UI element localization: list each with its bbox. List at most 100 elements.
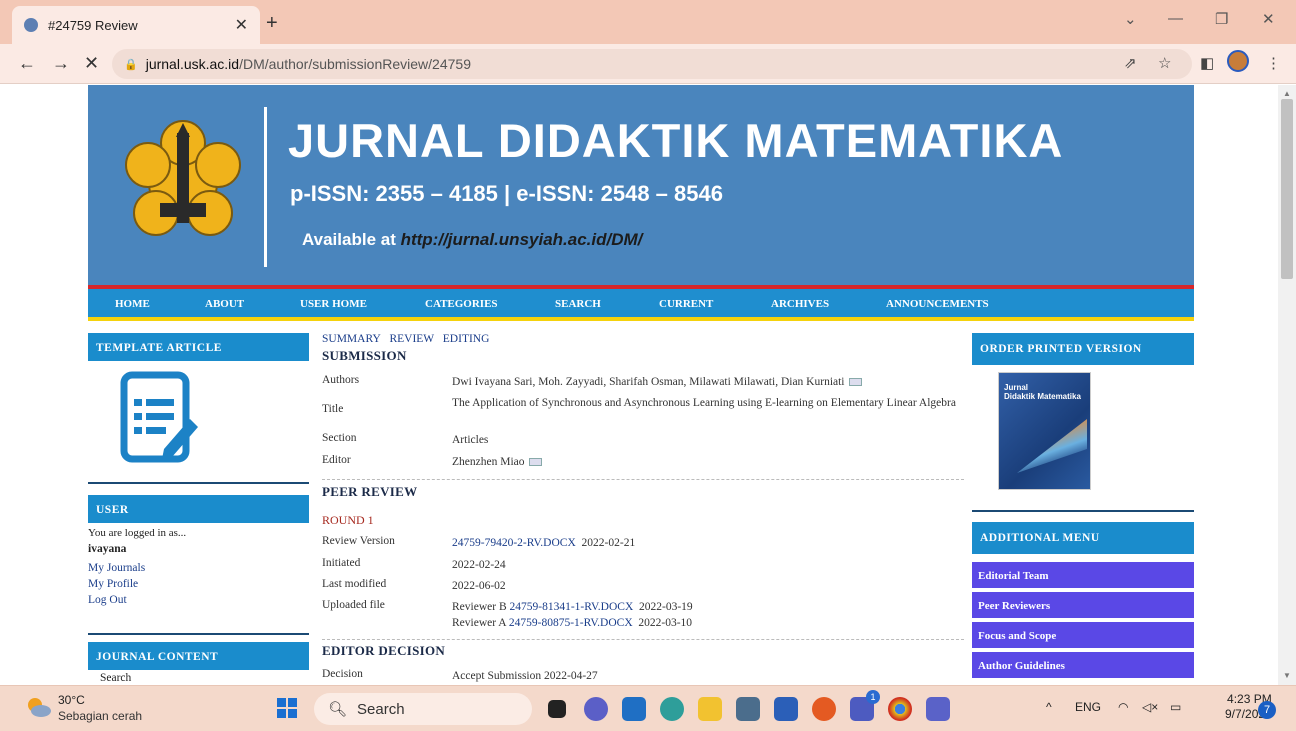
tab-review[interactable]: REVIEW [389, 333, 434, 345]
section-value: Articles [452, 434, 489, 446]
back-icon[interactable]: ← [18, 53, 36, 74]
title-label: Title [322, 403, 344, 415]
username: ivayana [88, 543, 127, 555]
my-journals-link[interactable]: My Journals [88, 562, 145, 574]
nav-about[interactable]: ABOUT [205, 298, 244, 310]
tab-summary[interactable]: SUMMARY [322, 333, 381, 345]
url-path: /DM/author/submissionReview/24759 [239, 56, 471, 72]
review-version-label: Review Version [322, 535, 395, 547]
submission-subnav: SUMMARY REVIEW EDITING [322, 333, 489, 345]
my-profile-link[interactable]: My Profile [88, 578, 138, 590]
page-viewport: JURNAL DIDAKTIK MATEMATIKA p-ISSN: 2355 … [0, 85, 1278, 685]
journal-availability: Available at http://jurnal.unsyiah.ac.id… [302, 230, 642, 250]
battery-icon[interactable]: ▭ [1170, 700, 1181, 714]
reviewer-a-file-link[interactable]: 24759-80875-1-RV.DOCX [509, 617, 633, 629]
menu-author-guidelines[interactable]: Author Guidelines [972, 652, 1194, 680]
uploaded-file-b: Reviewer B 24759-81341-1-RV.DOCX 2022-03… [452, 599, 962, 615]
mail-icon[interactable] [622, 697, 646, 721]
restore-icon[interactable]: ❐ [1215, 10, 1228, 28]
main-nav: HOME ABOUT USER HOME CATEGORIES SEARCH C… [88, 285, 1194, 321]
nav-current[interactable]: CURRENT [659, 298, 713, 310]
email-editor-icon[interactable] [528, 458, 542, 467]
journal-content-heading: JOURNAL CONTENT [88, 642, 309, 670]
journal-cover-image[interactable]: Jurnal Didaktik Matematika [998, 372, 1091, 490]
nav-user-home[interactable]: USER HOME [300, 298, 367, 310]
lock-icon[interactable]: 🔒 [124, 58, 138, 71]
nav-home[interactable]: HOME [115, 298, 150, 310]
taskbar-search[interactable]: 🔍︎ Search [314, 693, 532, 725]
tab-search-chevron-icon[interactable]: ⌄ [1124, 10, 1137, 28]
weather-icon[interactable] [24, 693, 52, 721]
menu-editorial-team[interactable]: Editorial Team [972, 562, 1194, 590]
share-icon[interactable]: ⇗ [1124, 54, 1137, 72]
minimize-icon[interactable]: — [1168, 10, 1183, 27]
weather-temp: 30°C [58, 693, 85, 707]
close-tab-icon[interactable]: ✕ [235, 15, 248, 35]
menu-kebab-icon[interactable]: ⋮ [1266, 54, 1281, 72]
forward-icon[interactable]: → [52, 53, 70, 74]
journal-issn: p-ISSN: 2355 – 4185 | e-ISSN: 2548 – 854… [290, 181, 723, 206]
wifi-icon[interactable]: ◠ [1118, 700, 1128, 714]
url-bar[interactable]: 🔒 jurnal.usk.ac.id/DM/author/submissionR… [112, 49, 1192, 79]
task-view-icon[interactable] [548, 700, 566, 718]
scroll-down-icon[interactable]: ▼ [1283, 671, 1291, 680]
stop-loading-icon[interactable]: ✕ [84, 53, 99, 74]
cover-graphic [1017, 419, 1087, 473]
browser-tab[interactable]: #24759 Review ✕ [12, 6, 260, 44]
section-label: Section [322, 432, 357, 444]
teams-work-icon[interactable] [926, 697, 950, 721]
tab-title: #24759 Review [48, 17, 138, 33]
close-window-icon[interactable]: ✕ [1262, 10, 1275, 28]
reviewer-b-file-link[interactable]: 24759-81341-1-RV.DOCX [509, 601, 633, 613]
windows-start-icon[interactable] [277, 698, 297, 718]
section-divider [322, 479, 964, 480]
initiated-value: 2022-02-24 [452, 559, 506, 571]
uploaded-file-a: Reviewer A 24759-80875-1-RV.DOCX 2022-03… [452, 615, 962, 631]
menu-peer-reviewers[interactable]: Peer Reviewers [972, 592, 1194, 620]
banner-divider [264, 107, 267, 267]
bookmark-star-icon[interactable]: ☆ [1158, 54, 1171, 72]
profile-avatar[interactable] [1227, 50, 1249, 72]
menu-focus-and-scope[interactable]: Focus and Scope [972, 622, 1194, 650]
chat-icon[interactable] [584, 697, 608, 721]
title-value: The Application of Synchronous and Async… [452, 397, 956, 409]
user-heading: USER [88, 495, 309, 523]
authors-value: Dwi Ivayana Sari, Moh. Zayyadi, Sharifah… [452, 374, 962, 390]
review-version-file-link[interactable]: 24759-79420-2-RV.DOCX [452, 537, 576, 549]
initiated-label: Initiated [322, 557, 361, 569]
university-seal-icon [125, 120, 241, 236]
notification-badge[interactable]: 7 [1258, 701, 1276, 719]
logged-in-text: You are logged in as... [88, 527, 187, 539]
scrollbar-thumb[interactable] [1281, 99, 1293, 279]
last-modified-value: 2022-06-02 [452, 580, 506, 592]
nav-categories[interactable]: CATEGORIES [425, 298, 498, 310]
template-document-icon[interactable] [120, 371, 200, 463]
journal-banner: JURNAL DIDAKTIK MATEMATIKA p-ISSN: 2355 … [88, 85, 1194, 285]
file-explorer-icon[interactable] [698, 697, 722, 721]
email-authors-icon[interactable] [848, 378, 862, 387]
nav-archives[interactable]: ARCHIVES [771, 298, 829, 310]
nav-search[interactable]: SEARCH [555, 298, 601, 310]
chrome-icon[interactable] [888, 697, 912, 721]
firefox-icon[interactable] [812, 697, 836, 721]
side-panel-icon[interactable]: ◧ [1200, 54, 1214, 72]
section-divider [322, 639, 964, 640]
windows-taskbar: 30°C Sebagian cerah 🔍︎ Search 1 ^ ENG ◠ ◁… [0, 685, 1296, 731]
camera-icon[interactable] [736, 697, 760, 721]
new-tab-icon[interactable]: + [266, 12, 278, 35]
reviewer-a-label: Reviewer A [452, 617, 506, 629]
tab-editing[interactable]: EDITING [443, 333, 490, 345]
tray-chevron-icon[interactable]: ^ [1046, 700, 1052, 714]
nav-announcements[interactable]: ANNOUNCEMENTS [886, 298, 989, 310]
page-scrollbar[interactable]: ▲ ▼ [1278, 85, 1296, 685]
edge-icon[interactable] [660, 697, 684, 721]
language-indicator[interactable]: ENG [1075, 700, 1101, 714]
reviewer-b-date: 2022-03-19 [639, 601, 693, 613]
word-icon[interactable] [774, 697, 798, 721]
scroll-up-icon[interactable]: ▲ [1283, 89, 1291, 98]
editor-value: Zhenzhen Miao [452, 454, 962, 470]
volume-muted-icon[interactable]: ◁× [1142, 700, 1158, 714]
journal-url: http://jurnal.unsyiah.ac.id/DM/ [400, 230, 643, 249]
logout-link[interactable]: Log Out [88, 594, 127, 606]
weather-desc: Sebagian cerah [58, 709, 143, 723]
